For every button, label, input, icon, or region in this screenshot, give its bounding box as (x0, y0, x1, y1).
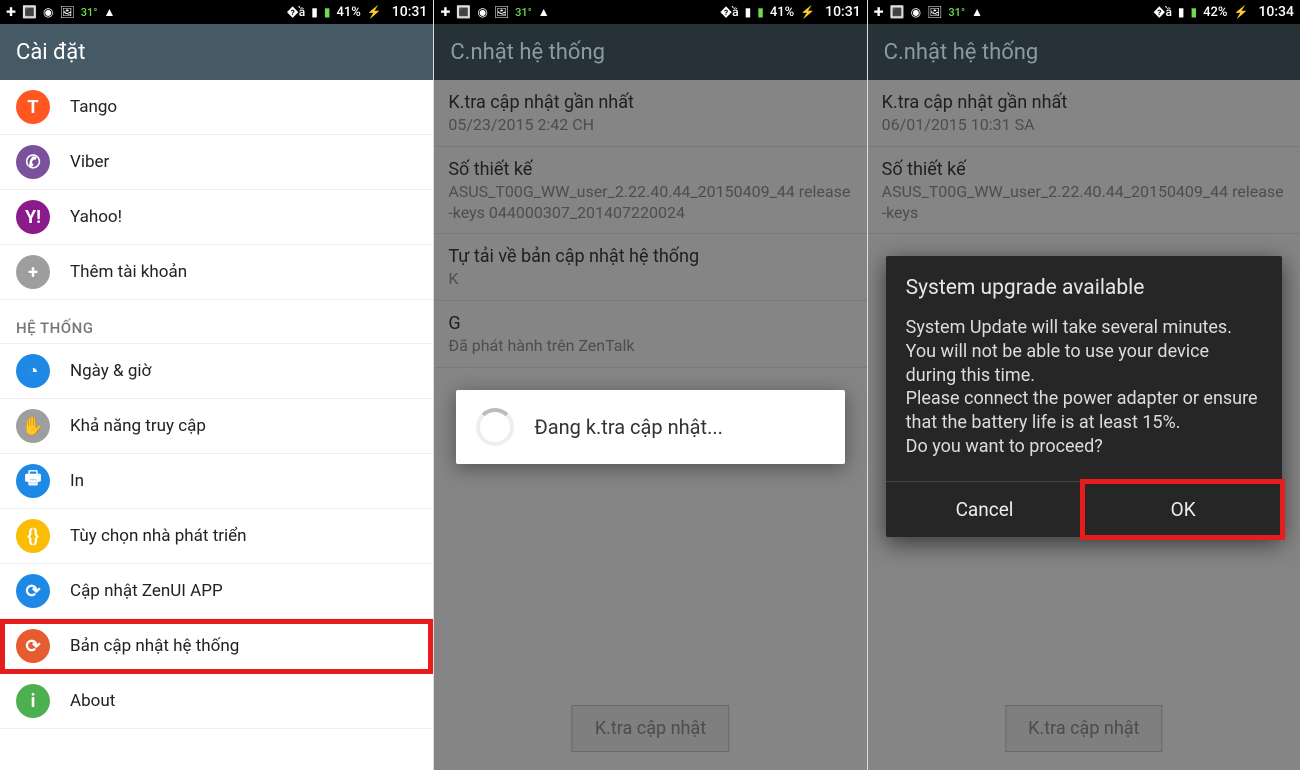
add-account-icon: + (16, 255, 50, 289)
developer-icon: {} (16, 519, 50, 553)
item-label: In (70, 471, 84, 491)
check-update-button[interactable]: K.tra cập nhật (1005, 705, 1162, 752)
battery-charging-icon: ⚡ (367, 5, 382, 19)
info-body: Đã phát hành trên ZenTalk (448, 336, 852, 357)
signal1-icon: ▮ (311, 5, 318, 19)
plus-icon: ✚ (6, 5, 16, 19)
info-title: Số thiết kế (448, 159, 852, 180)
settings-item-tango[interactable]: T Tango (0, 80, 433, 135)
clock: 10:34 (1258, 4, 1294, 20)
settings-item-b-n-c-p-nh-t-h-th-ng[interactable]: ⟳ Bản cập nhật hệ thống (0, 619, 433, 674)
wifi-icon: �ầ (286, 5, 305, 19)
upgrade-dialog: System upgrade available System Update w… (886, 256, 1282, 537)
info-body: 05/23/2015 2:42 CH (448, 115, 852, 136)
item-label: About (70, 691, 115, 711)
settings-item-yahoo-[interactable]: Y! Yahoo! (0, 190, 433, 245)
info-title: Số thiết kế (882, 159, 1286, 180)
item-label: Viber (70, 152, 109, 172)
section-header: HỆ THỐNG (0, 300, 433, 344)
page-title: Cài đặt (0, 24, 433, 80)
gallery-icon: 🖼 (60, 5, 75, 19)
clock: 10:31 (392, 4, 428, 20)
page-title: C.nhật hệ thống (868, 24, 1300, 80)
update-panel-checking: ✚🔳◉🖼 31°▲ �ầ▮▮ 41% ⚡ 10:31 C.nhật hệ thố… (433, 0, 866, 770)
print-icon: 🖶 (16, 464, 50, 498)
info-body: ASUS_T00G_WW_user_2.22.40.44_20150409_44… (448, 182, 852, 224)
item-label: Tango (70, 97, 117, 117)
temperature: 31° (515, 6, 532, 19)
settings-panel: ✚ 🔳 ◉ 🖼 31° ▲ �ầ ▮ ▮ 41% ⚡ 10:31 Cài đặt… (0, 0, 433, 770)
info-title: K.tra cập nhật gần nhất (448, 92, 852, 113)
settings-item-about[interactable]: i About (0, 674, 433, 729)
settings-item-th-m-t-i-kho-n[interactable]: + Thêm tài khoản (0, 245, 433, 300)
info-body: ASUS_T00G_WW_user_2.22.40.44_20150409_44… (882, 182, 1286, 224)
info-title: Tự tải về bản cập nhật hệ thống (448, 246, 852, 267)
status-bar: ✚🔳◉🖼 31°▲ �ầ▮▮ 41% ⚡ 10:31 (434, 0, 866, 24)
battery-percent: 41% (336, 5, 360, 20)
tango-icon: T (16, 90, 50, 124)
system-update-icon: ⟳ (16, 629, 50, 663)
dialog-body: System Update will take several minutes.… (906, 316, 1262, 459)
loading-dialog: Đang k.tra cập nhật... (456, 390, 844, 464)
update-content: Đang k.tra cập nhật... K.tra cập nhật gầ… (434, 80, 866, 770)
info-block: Tự tải về bản cập nhật hệ thốngK (434, 234, 866, 301)
item-label: Ngày & giờ (70, 361, 151, 381)
battery-percent: 42% (1203, 5, 1227, 20)
info-block: GĐã phát hành trên ZenTalk (434, 301, 866, 368)
settings-item-ng-y-gi-[interactable]: ◔ Ngày & giờ (0, 344, 433, 399)
info-block: Số thiết kếASUS_T00G_WW_user_2.22.40.44_… (868, 147, 1300, 235)
battery-percent: 41% (770, 5, 794, 20)
yahoo-icon: Y! (16, 200, 50, 234)
battery-small-icon: 🔳 (22, 5, 37, 19)
item-label: Bản cập nhật hệ thống (70, 636, 239, 656)
zenui-update-icon: ⟳ (16, 574, 50, 608)
loading-text: Đang k.tra cập nhật... (534, 415, 723, 439)
info-body: K (448, 269, 852, 290)
warning-icon: ▲ (103, 5, 115, 19)
clock-icon: ◔ (16, 354, 50, 388)
spinner-icon (476, 408, 514, 446)
page-title: C.nhật hệ thống (434, 24, 866, 80)
cancel-button[interactable]: Cancel (886, 482, 1084, 537)
item-label: Thêm tài khoản (70, 262, 187, 282)
item-label: Yahoo! (70, 207, 122, 227)
settings-item-in[interactable]: 🖶 In (0, 454, 433, 509)
settings-item-c-p-nh-t-zenui-app[interactable]: ⟳ Cập nhật ZenUI APP (0, 564, 433, 619)
settings-item-viber[interactable]: ✆ Viber (0, 135, 433, 190)
item-label: Khả năng truy cập (70, 416, 206, 436)
settings-item-t-y-ch-n-nh-ph-t-tri-n[interactable]: {} Tùy chọn nhà phát triển (0, 509, 433, 564)
clock: 10:31 (825, 4, 861, 20)
accessibility-icon: ✋ (16, 409, 50, 443)
messenger-icon: ◉ (43, 5, 53, 19)
info-body: 06/01/2015 10:31 SA (882, 115, 1286, 136)
info-block: K.tra cập nhật gần nhất06/01/2015 10:31 … (868, 80, 1300, 147)
update-content: System upgrade available System Update w… (868, 80, 1300, 770)
settings-list[interactable]: T Tango ✆ Viber Y! Yahoo! + Thêm tài khoản HỆ TH… (0, 80, 433, 770)
info-title: G (448, 313, 852, 334)
temperature: 31° (81, 6, 98, 19)
info-block: K.tra cập nhật gần nhất05/23/2015 2:42 C… (434, 80, 866, 147)
status-bar: ✚ 🔳 ◉ 🖼 31° ▲ �ầ ▮ ▮ 41% ⚡ 10:31 (0, 0, 433, 24)
check-update-button[interactable]: K.tra cập nhật (572, 705, 729, 752)
ok-button[interactable]: OK (1083, 482, 1282, 537)
info-block: Số thiết kếASUS_T00G_WW_user_2.22.40.44_… (434, 147, 866, 235)
settings-item-kh-n-ng-truy-c-p[interactable]: ✋ Khả năng truy cập (0, 399, 433, 454)
item-label: Tùy chọn nhà phát triển (70, 526, 247, 546)
dialog-title: System upgrade available (906, 276, 1262, 300)
info-title: K.tra cập nhật gần nhất (882, 92, 1286, 113)
about-icon: i (16, 684, 50, 718)
update-panel-dialog: ✚🔳◉🖼 31°▲ �ầ▮▮ 42% ⚡ 10:34 C.nhật hệ thố… (867, 0, 1300, 770)
item-label: Cập nhật ZenUI APP (70, 581, 223, 601)
viber-icon: ✆ (16, 145, 50, 179)
temperature: 31° (948, 6, 965, 19)
signal2-icon: ▮ (324, 5, 331, 19)
status-bar: ✚🔳◉🖼 31°▲ �ầ▮▮ 42% ⚡ 10:34 (868, 0, 1300, 24)
